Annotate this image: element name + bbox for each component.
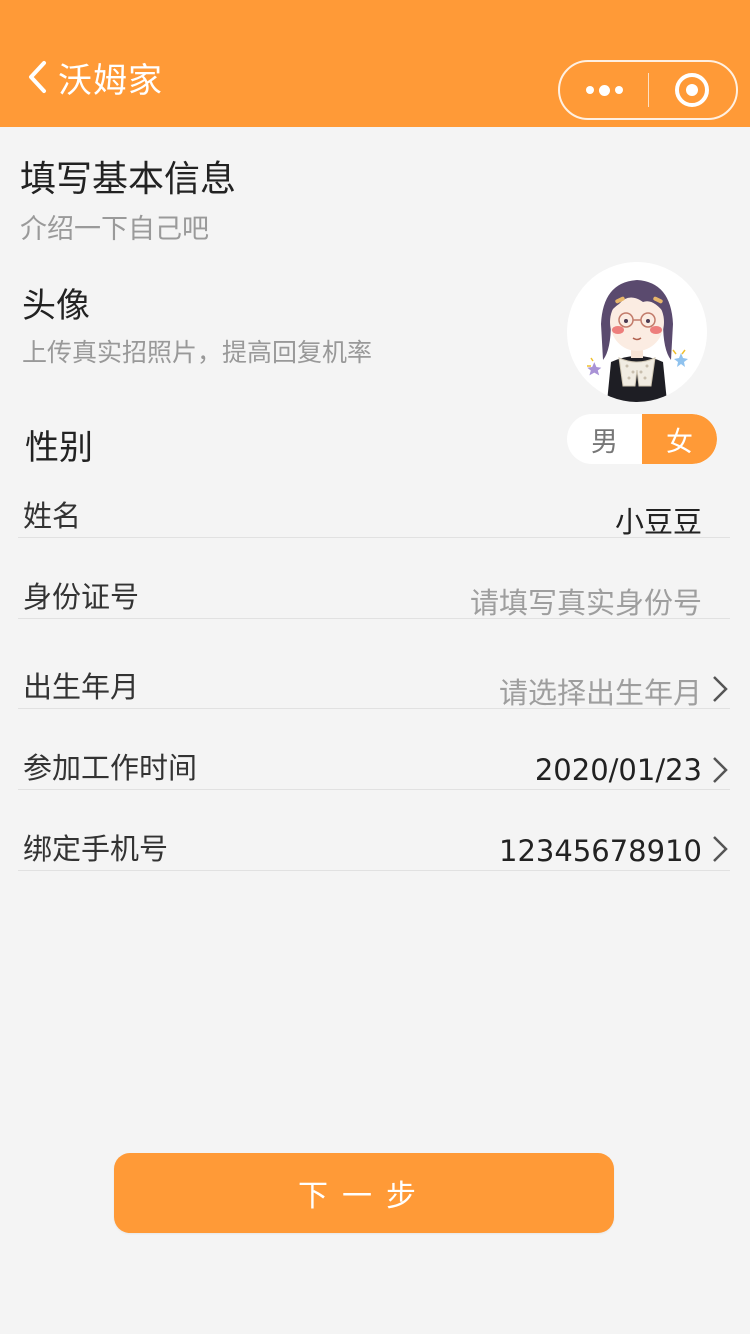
phone-row[interactable]: 绑定手机号 12345678910 [18, 790, 730, 871]
name-value: 小豆豆 [614, 505, 702, 539]
capsule-menu [558, 60, 738, 120]
dot [614, 86, 623, 94]
work-start-value[interactable]: 2020/01/23 [535, 753, 702, 787]
dot [598, 84, 610, 96]
chevron-right-icon [713, 676, 728, 702]
work-start-row[interactable]: 参加工作时间 2020/01/23 [18, 709, 730, 790]
birth-row[interactable]: 出生年月 请选择出生年月 [18, 628, 730, 712]
avatar-label: 头像 [22, 286, 90, 326]
ring-dot [686, 84, 699, 96]
page-subtitle: 介绍一下自己吧 [20, 214, 209, 245]
back-button[interactable]: 沃姆家 [24, 52, 163, 102]
nav-header: 沃姆家 [0, 0, 750, 127]
id-number-row[interactable]: 身份证号 请填写真实身份号 [18, 538, 730, 622]
work-start-label: 参加工作时间 [23, 751, 198, 785]
avatar-upload[interactable] [567, 262, 707, 402]
chevron-right-icon [713, 757, 728, 783]
avatar-hint: 上传真实招照片，提高回复机率 [22, 338, 373, 367]
avatar-illustration [567, 262, 707, 402]
ring [675, 73, 710, 107]
phone-label: 绑定手机号 [23, 832, 169, 866]
id-number-label: 身份证号 [23, 580, 140, 614]
phone-value[interactable]: 12345678910 [499, 834, 702, 868]
id-number-input[interactable]: 请填写真实身份号 [470, 580, 702, 622]
chevron-right-icon [713, 836, 728, 862]
page-title: 填写基本信息 [20, 159, 237, 200]
target-close-icon[interactable] [649, 62, 736, 118]
name-label: 姓名 [23, 499, 82, 533]
page: 沃姆家 填写基本信息 介绍一下自己吧 头像 上传真实招照片，提高回复机率 性别 … [0, 0, 750, 1334]
more-dots-icon[interactable] [560, 62, 648, 118]
chevron-left-icon [29, 61, 46, 93]
dot [585, 86, 594, 94]
nav-title: 沃姆家 [58, 60, 163, 101]
birth-picker[interactable]: 请选择出生年月 [499, 670, 702, 712]
name-row[interactable]: 姓名 小豆豆 [18, 457, 730, 539]
next-step-button[interactable]: 下一步 [114, 1153, 614, 1233]
birth-label: 出生年月 [23, 670, 140, 704]
